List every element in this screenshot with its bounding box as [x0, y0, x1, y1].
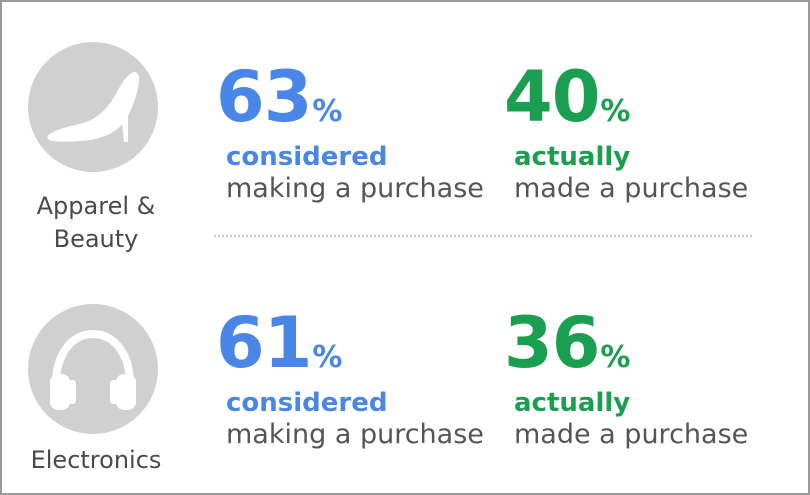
headphones-icon [28, 304, 158, 434]
stat-value: 63 [216, 56, 312, 138]
stat-description: made a purchase [514, 173, 749, 204]
category-label-electronics: Electronics [16, 444, 176, 477]
stat-description: making a purchase [226, 419, 484, 450]
percent-symbol: % [600, 94, 630, 129]
stat-percent: 40% [504, 62, 748, 132]
stat-keyword: considered [226, 142, 388, 172]
stat-percent: 61% [216, 308, 484, 378]
stat-keyword: considered [226, 388, 388, 418]
stat-value: 40 [504, 56, 600, 138]
stat-keyword: actually [514, 142, 631, 172]
percent-symbol: % [312, 94, 342, 129]
category-label-line1: Electronics [30, 446, 162, 474]
category-label-apparel: Apparel & Beauty [16, 190, 176, 256]
stat-description: made a purchase [514, 419, 749, 450]
stat-considered-apparel: 63% considered making a purchase [216, 62, 484, 206]
percent-symbol: % [600, 340, 630, 375]
percent-symbol: % [312, 340, 342, 375]
stat-value: 61 [216, 302, 312, 384]
category-label-line2: Beauty [53, 225, 139, 253]
stat-percent: 36% [504, 308, 748, 378]
stat-keyword: actually [514, 388, 631, 418]
stat-description: making a purchase [226, 173, 484, 204]
high-heel-shoe-icon [28, 42, 158, 172]
category-label-line1: Apparel & [36, 192, 156, 220]
stat-percent: 63% [216, 62, 484, 132]
row-divider [214, 235, 752, 237]
stat-actual-apparel: 40% actually made a purchase [504, 62, 748, 206]
infographic-panel: Apparel & Beauty 63% considered making a… [0, 0, 810, 495]
stat-actual-electronics: 36% actually made a purchase [504, 308, 748, 452]
stat-value: 36 [504, 302, 600, 384]
stat-considered-electronics: 61% considered making a purchase [216, 308, 484, 452]
